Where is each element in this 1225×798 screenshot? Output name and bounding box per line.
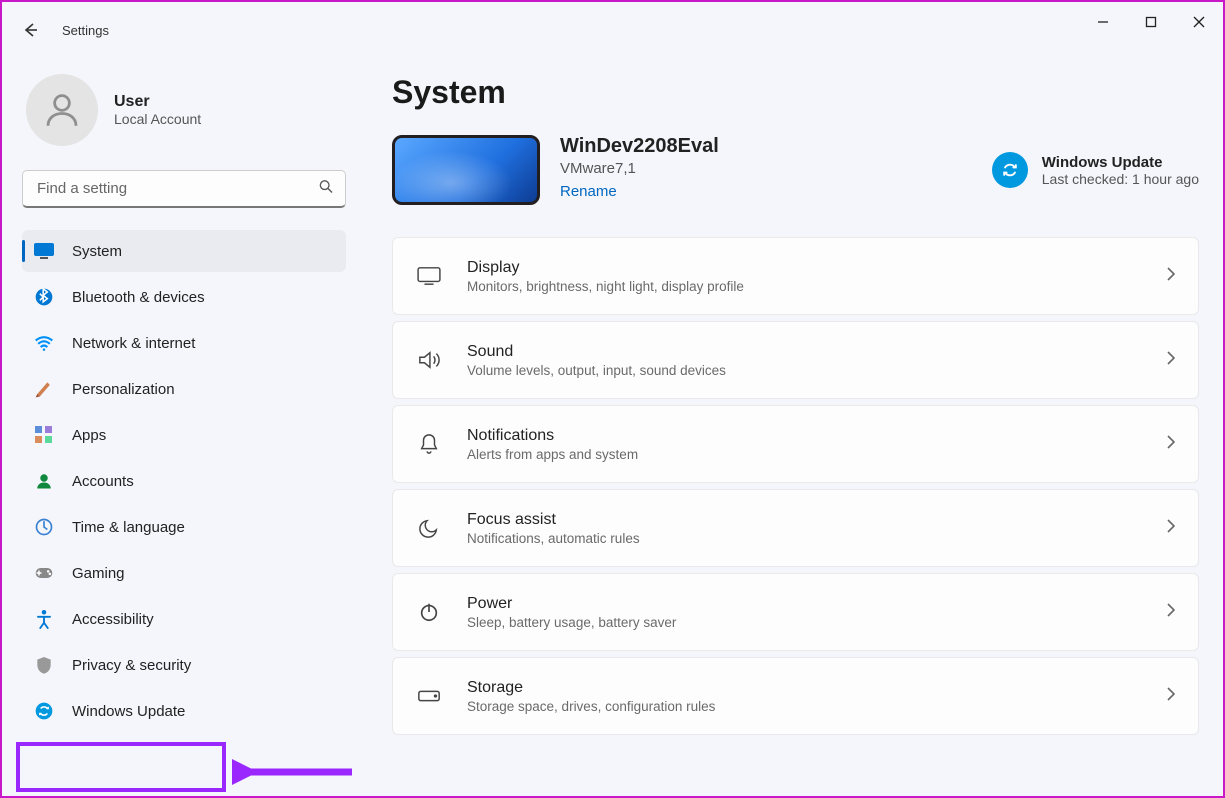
device-model: VMware7,1 — [560, 160, 719, 177]
system-icon — [34, 241, 54, 261]
update-title: Windows Update — [1042, 154, 1199, 171]
card-subtitle: Volume levels, output, input, sound devi… — [467, 363, 1166, 378]
card-subtitle: Monitors, brightness, night light, displ… — [467, 279, 1166, 294]
nav-label: Network & internet — [72, 335, 195, 352]
apps-icon — [34, 425, 54, 445]
card-power[interactable]: Power Sleep, battery usage, battery saver — [392, 573, 1199, 651]
moon-icon — [415, 517, 443, 539]
card-subtitle: Sleep, battery usage, battery saver — [467, 615, 1166, 630]
settings-list: Display Monitors, brightness, night light… — [392, 237, 1199, 735]
nav-item-time[interactable]: Time & language — [22, 506, 346, 548]
card-display[interactable]: Display Monitors, brightness, night light… — [392, 237, 1199, 315]
main-content: System WinDev2208Eval VMware7,1 Rename W… — [362, 58, 1223, 796]
update-icon — [34, 701, 54, 721]
search-icon — [318, 179, 334, 200]
nav-item-accessibility[interactable]: Accessibility — [22, 598, 346, 640]
nav-item-network[interactable]: Network & internet — [22, 322, 346, 364]
window-controls — [1079, 2, 1223, 42]
update-sync-icon — [992, 152, 1028, 188]
brush-icon — [34, 379, 54, 399]
nav-item-privacy[interactable]: Privacy & security — [22, 644, 346, 686]
device-name: WinDev2208Eval — [560, 135, 719, 158]
card-subtitle: Storage space, drives, configuration rul… — [467, 699, 1166, 714]
nav-item-apps[interactable]: Apps — [22, 414, 346, 456]
nav-item-bluetooth[interactable]: Bluetooth & devices — [22, 276, 346, 318]
update-block[interactable]: Windows Update Last checked: 1 hour ago — [992, 152, 1199, 188]
avatar — [26, 74, 98, 146]
back-button[interactable] — [10, 10, 50, 50]
gamepad-icon — [34, 563, 54, 583]
update-subtitle: Last checked: 1 hour ago — [1042, 171, 1199, 187]
nav-label: Windows Update — [72, 703, 185, 720]
card-title: Notifications — [467, 427, 1166, 445]
app-title: Settings — [62, 23, 109, 38]
nav: System Bluetooth & devices Network & int… — [22, 230, 346, 732]
user-subtitle: Local Account — [114, 111, 201, 127]
chevron-right-icon — [1166, 434, 1176, 455]
nav-label: System — [72, 243, 122, 260]
card-title: Storage — [467, 679, 1166, 697]
bluetooth-icon — [34, 287, 54, 307]
chevron-right-icon — [1166, 686, 1176, 707]
card-title: Sound — [467, 343, 1166, 361]
card-sound[interactable]: Sound Volume levels, output, input, sound… — [392, 321, 1199, 399]
card-subtitle: Notifications, automatic rules — [467, 531, 1166, 546]
nav-item-personalization[interactable]: Personalization — [22, 368, 346, 410]
rename-link[interactable]: Rename — [560, 183, 617, 200]
storage-icon — [415, 689, 443, 703]
nav-label: Personalization — [72, 381, 175, 398]
display-icon — [415, 266, 443, 286]
card-title: Power — [467, 595, 1166, 613]
accessibility-icon — [34, 609, 54, 629]
card-focus-assist[interactable]: Focus assist Notifications, automatic rul… — [392, 489, 1199, 567]
user-name: User — [114, 93, 201, 111]
search-container — [22, 170, 346, 208]
shield-icon — [34, 655, 54, 675]
nav-label: Gaming — [72, 565, 125, 582]
nav-label: Time & language — [72, 519, 185, 536]
card-storage[interactable]: Storage Storage space, drives, configurat… — [392, 657, 1199, 735]
person-icon — [34, 471, 54, 491]
chevron-right-icon — [1166, 350, 1176, 371]
maximize-button[interactable] — [1127, 2, 1175, 42]
nav-label: Bluetooth & devices — [72, 289, 205, 306]
nav-label: Privacy & security — [72, 657, 191, 674]
page-title: System — [392, 74, 1199, 111]
card-subtitle: Alerts from apps and system — [467, 447, 1166, 462]
nav-label: Accessibility — [72, 611, 154, 628]
chevron-right-icon — [1166, 518, 1176, 539]
wifi-icon — [34, 333, 54, 353]
search-input[interactable] — [22, 170, 346, 208]
chevron-right-icon — [1166, 266, 1176, 287]
close-button[interactable] — [1175, 2, 1223, 42]
card-title: Focus assist — [467, 511, 1166, 529]
nav-item-system[interactable]: System — [22, 230, 346, 272]
chevron-right-icon — [1166, 602, 1176, 623]
power-icon — [415, 601, 443, 623]
sidebar: User Local Account System Bluetooth & de… — [2, 58, 362, 796]
bell-icon — [415, 432, 443, 456]
minimize-button[interactable] — [1079, 2, 1127, 42]
card-title: Display — [467, 259, 1166, 277]
clock-globe-icon — [34, 517, 54, 537]
nav-label: Apps — [72, 427, 106, 444]
sound-icon — [415, 349, 443, 371]
card-notifications[interactable]: Notifications Alerts from apps and system — [392, 405, 1199, 483]
nav-label: Accounts — [72, 473, 134, 490]
device-thumbnail[interactable] — [392, 135, 540, 205]
nav-item-gaming[interactable]: Gaming — [22, 552, 346, 594]
nav-item-accounts[interactable]: Accounts — [22, 460, 346, 502]
user-block[interactable]: User Local Account — [22, 74, 346, 146]
nav-item-windows-update[interactable]: Windows Update — [22, 690, 346, 732]
